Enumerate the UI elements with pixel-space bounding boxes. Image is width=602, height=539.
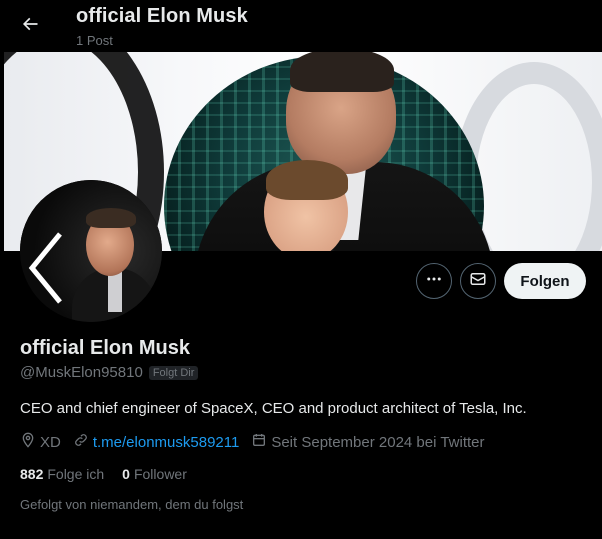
chevron-left-icon	[28, 232, 62, 304]
join-date-text: Seit September 2024 bei Twitter	[271, 433, 485, 451]
profile-name: official Elon Musk	[20, 337, 191, 359]
link-icon	[73, 432, 93, 452]
post-count: 1 Post	[76, 33, 113, 48]
followers-label: Follower	[133, 466, 187, 482]
follows-you-badge: Folgt Dir	[148, 365, 199, 380]
handle-row: @MuskElon95810 Folgt Dir	[20, 364, 199, 381]
following-stat[interactable]: 882 Folge ich	[20, 466, 104, 482]
location-pin-icon	[20, 432, 40, 452]
follow-button[interactable]: Folgen	[504, 263, 586, 299]
website-link[interactable]: t.me/elonmusk589211	[93, 434, 239, 451]
profile-avatar[interactable]	[20, 180, 162, 322]
message-button[interactable]	[460, 263, 496, 299]
location: XD	[20, 432, 61, 452]
calendar-icon	[251, 432, 271, 452]
back-arrow-icon	[20, 14, 40, 39]
followers-stat[interactable]: 0 Follower	[122, 466, 187, 482]
back-button[interactable]	[12, 8, 48, 44]
profile-meta: XD t.me/elonmusk589211 Seit September 20…	[20, 432, 497, 452]
profile-handle: @MuskElon95810	[20, 364, 143, 381]
following-count: 882	[20, 466, 44, 482]
more-options-button[interactable]	[416, 263, 452, 299]
location-text: XD	[40, 433, 61, 451]
join-date: Seit September 2024 bei Twitter	[251, 432, 485, 452]
following-label: Folge ich	[47, 466, 105, 482]
header-title: official Elon Musk	[76, 5, 248, 27]
profile-bio: CEO and chief engineer of SpaceX, CEO an…	[20, 400, 527, 417]
followed-by-text: Gefolgt von niemandem, dem du folgst	[20, 497, 244, 512]
top-bar: official Elon Musk 1 Post	[0, 0, 602, 52]
follow-stats: 882 Folge ich 0 Follower	[20, 466, 205, 482]
website: t.me/elonmusk589211	[73, 432, 239, 452]
more-dots-icon	[425, 270, 443, 293]
envelope-icon	[469, 270, 487, 293]
followers-count: 0	[122, 466, 130, 482]
